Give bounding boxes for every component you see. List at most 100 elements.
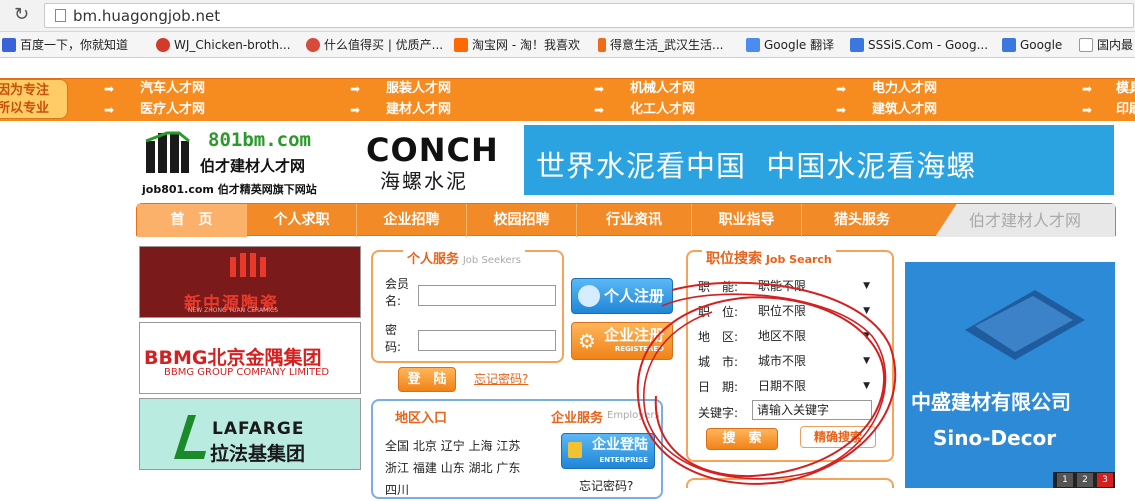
translate-icon — [746, 38, 760, 52]
ad-label: LAFARGE — [212, 419, 305, 439]
ad-logo-icon — [230, 253, 266, 277]
category-link[interactable]: 建材人才网 — [386, 100, 451, 120]
site-logo[interactable]: 801bm.com 伯才建材人才网 job801.com 伯才精英网旗下网站 — [140, 127, 340, 197]
google-icon — [850, 38, 864, 52]
city-link[interactable]: 全国 — [385, 439, 409, 453]
red-annotation-circle — [636, 281, 897, 485]
browser-toolbar: ↻ bm.huagongjob.net — [0, 0, 1135, 32]
ad-sub: 拉法基集团 — [210, 443, 306, 465]
ad-label: BBMG北京金隅集团 — [144, 347, 322, 369]
nav-site-name: 伯才建材人才网 — [935, 204, 1115, 237]
user-icon — [578, 285, 600, 307]
category-link[interactable]: 电力人才网 — [872, 79, 937, 99]
arrow-icon: ➡ — [594, 103, 605, 117]
slide-page[interactable]: 1 — [1057, 473, 1073, 487]
ad-company-name: 中盛建材有限公司 — [911, 390, 1071, 414]
ad-lafarge[interactable]: LAFARGE 拉法基集团 — [139, 398, 361, 470]
arrow-icon: ➡ — [1082, 82, 1093, 96]
ad-company-en: Sino-Decor — [933, 426, 1057, 450]
slide-page[interactable]: 2 — [1077, 473, 1093, 487]
logo-tagline: job801.com 伯才精英网旗下网站 — [142, 183, 317, 196]
panel-header: 个人服务 Job Seekers — [403, 248, 525, 267]
bookmark-item[interactable]: 什么值得买 | 优质产... — [306, 36, 443, 54]
city-link[interactable]: 辽宁 — [441, 439, 465, 453]
city-link[interactable]: 山东 — [441, 461, 465, 475]
arrow-icon: ➡ — [350, 103, 361, 117]
page-icon — [1079, 38, 1093, 52]
conch-brand-cn: 海螺水泥 — [380, 169, 468, 193]
city-link[interactable]: 广东 — [496, 461, 520, 475]
nav-item-home[interactable]: 首 页 — [137, 204, 247, 237]
city-link[interactable]: 福建 — [413, 461, 437, 475]
ad-xinzhongyuan[interactable]: 新中源陶瓷 NEW ZHONG YUAN CERAMICS — [139, 246, 361, 318]
logo-mark-icon — [145, 131, 190, 173]
category-link[interactable]: 机械人才网 — [630, 79, 695, 99]
google-icon — [1002, 38, 1016, 52]
bookmark-item[interactable]: Google 翻译 — [746, 36, 834, 54]
refresh-icon[interactable]: ↻ — [14, 5, 29, 25]
slide-pager: 1 2 3 — [1053, 472, 1115, 488]
conch-banner[interactable]: CONCH 海螺水泥 世界水泥看中国 中国水泥看海螺 — [344, 125, 1114, 195]
logo-domain: 801bm.com — [208, 129, 311, 151]
bookmark-item[interactable]: 得意生活_武汉生活... — [598, 36, 723, 54]
paw-icon — [2, 38, 16, 52]
taobao-icon — [454, 38, 468, 52]
nav-item-recruit[interactable]: 企业招聘 — [357, 204, 467, 237]
main-nav: 首 页 个人求职 企业招聘 校园招聘 行业资讯 职业指导 猎头服务 伯才建材人才… — [136, 203, 1116, 237]
company-service-title: 企业服务 — [551, 411, 604, 426]
ad-sub: BBMG GROUP COMPANY LIMITED — [164, 367, 330, 378]
city-link[interactable]: 浙江 — [385, 461, 409, 475]
category-link[interactable]: 化工人才网 — [630, 100, 695, 120]
bookmark-item[interactable]: 百度一下，你就知道 — [2, 36, 128, 54]
bookmark-item[interactable]: 国内最 — [1079, 36, 1133, 54]
nav-item-career[interactable]: 职业指导 — [692, 204, 802, 237]
address-bar[interactable]: bm.huagongjob.net — [44, 3, 1134, 28]
nav-item-job-seeker[interactable]: 个人求职 — [247, 204, 357, 237]
category-link[interactable]: 医疗人才网 — [140, 100, 205, 120]
login-button[interactable]: 登 陆 — [398, 367, 456, 392]
sino-decor-ad[interactable]: 中盛建材有限公司 Sino-Decor 1 2 3 — [905, 262, 1115, 488]
panel-header: 职位搜索 Job Search — [702, 248, 836, 268]
category-link[interactable]: 印刷 — [1116, 100, 1135, 120]
city-link[interactable]: 湖北 — [469, 461, 493, 475]
member-label: 会员名: — [385, 277, 410, 308]
ad-bbmg[interactable]: BBMG北京金隅集团 BBMG GROUP COMPANY LIMITED — [139, 322, 361, 394]
category-bar: 因为专注 所以专业 ➡ 汽车人才网 ➡ 服装人才网 ➡ 机械人才网 ➡ 电力人才… — [0, 78, 1135, 121]
nav-item-headhunter[interactable]: 猎头服务 — [802, 204, 922, 237]
ad-graphic-icon — [965, 290, 1085, 360]
personal-service-panel: 个人服务 Job Seekers 会员名: 密 码: — [371, 248, 564, 363]
arrow-icon: ➡ — [1082, 103, 1093, 117]
lafarge-logo-icon — [174, 415, 206, 459]
password-input[interactable] — [418, 330, 556, 351]
company-forgot-link[interactable]: 忘记密码? — [579, 477, 633, 494]
arrow-icon: ➡ — [836, 103, 847, 117]
member-name-input[interactable] — [418, 285, 556, 306]
bookmarks-bar: 百度一下，你就知道 WJ_Chicken-broth... 什么值得买 | 优质… — [0, 32, 1135, 58]
region-title: 地区入口 — [395, 411, 448, 426]
logo-name: 伯才建材人才网 — [200, 157, 306, 175]
city-link[interactable]: 北京 — [413, 439, 437, 453]
nav-item-news[interactable]: 行业资讯 — [577, 204, 692, 237]
region-panel: 地区入口 企业服务 Employers 全国 北京 辽宁 上海 江苏 浙江 福建… — [371, 399, 663, 499]
slide-page-active[interactable]: 3 — [1097, 473, 1113, 487]
arrow-icon: ➡ — [350, 82, 361, 96]
bookmark-item[interactable]: 淘宝网 - 淘！我喜欢 — [454, 36, 580, 54]
slogan-badge: 因为专注 所以专业 — [0, 79, 68, 119]
nav-item-campus[interactable]: 校园招聘 — [467, 204, 577, 237]
bookmark-item[interactable]: WJ_Chicken-broth... — [156, 36, 291, 54]
bookmark-item[interactable]: SSSiS.Com - Goog... — [850, 36, 988, 54]
category-link[interactable]: 模具 — [1116, 79, 1135, 99]
deyi-icon — [598, 38, 606, 52]
category-link[interactable]: 服装人才网 — [386, 79, 451, 99]
city-link[interactable]: 江苏 — [496, 439, 520, 453]
category-link[interactable]: 建筑人才网 — [872, 100, 937, 120]
arrow-icon: ➡ — [104, 82, 115, 96]
url-text[interactable]: bm.huagongjob.net — [73, 7, 220, 25]
category-link[interactable]: 汽车人才网 — [140, 79, 205, 99]
city-link[interactable]: 上海 — [469, 439, 493, 453]
ad-sub: NEW ZHONG YUAN CERAMICS — [188, 307, 279, 314]
bookmark-item[interactable]: Google — [1002, 36, 1062, 54]
city-link[interactable]: 四川 — [385, 483, 409, 497]
password-label: 密 码: — [385, 323, 410, 354]
forgot-password-link[interactable]: 忘记密码? — [474, 370, 528, 387]
